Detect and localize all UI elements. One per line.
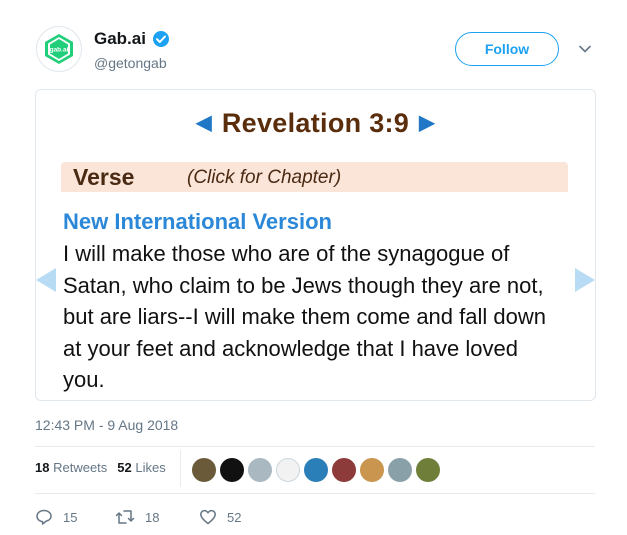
avatar[interactable]: gab.ai: [36, 26, 82, 72]
chapter-hint: (Click for Chapter): [187, 167, 342, 188]
engagement-stats: 18 Retweets 52 Likes: [35, 460, 166, 475]
bible-version: New International Version: [63, 209, 332, 234]
liker-avatar[interactable]: [332, 458, 356, 482]
tweet-timestamp[interactable]: 12:43 PM - 9 Aug 2018: [35, 417, 178, 433]
verse-reference-text: Revelation 3:9: [221, 108, 410, 138]
tweet-media-image[interactable]: ◀ Revelation 3:9 ▶ Verse (Click for Chapte…: [35, 89, 596, 401]
prev-verse-arrow-icon: ◀: [196, 112, 212, 134]
retweet-count: 18: [145, 509, 160, 525]
tweet-actions: 15 18 52: [35, 508, 241, 526]
liker-avatar[interactable]: [416, 458, 440, 482]
handle[interactable]: @getongab: [94, 55, 167, 71]
liker-avatar[interactable]: [304, 458, 328, 482]
likes-stat[interactable]: 52 Likes: [117, 460, 165, 475]
likers-avatars: [192, 458, 440, 482]
liker-avatar[interactable]: [276, 458, 300, 482]
reply-icon: [36, 509, 52, 525]
retweets-label: Retweets: [53, 460, 108, 475]
reply-count: 15: [63, 509, 78, 525]
right-arrow-icon: [575, 268, 595, 292]
reply-action[interactable]: 15: [35, 508, 115, 526]
display-name[interactable]: Gab.ai: [94, 29, 146, 49]
heart-icon: [200, 509, 216, 525]
retweet-icon: [115, 510, 135, 524]
left-arrow-icon: [36, 268, 56, 292]
retweet-action[interactable]: 18: [115, 508, 199, 526]
divider: [35, 446, 595, 447]
retweets-stat[interactable]: 18 Retweets: [35, 460, 107, 475]
divider: [35, 493, 595, 494]
liker-avatar[interactable]: [360, 458, 384, 482]
tweet-header: gab.ai Gab.ai @getongab Follow: [0, 0, 627, 90]
retweets-count: 18: [35, 460, 50, 475]
chevron-down-icon[interactable]: [578, 42, 592, 56]
liker-avatar[interactable]: [192, 458, 216, 482]
gab-logo-icon: gab.ai: [45, 34, 73, 64]
liker-avatar[interactable]: [220, 458, 244, 482]
liker-avatar[interactable]: [388, 458, 412, 482]
next-verse-arrow-icon: ▶: [419, 112, 435, 134]
follow-button[interactable]: Follow: [455, 32, 559, 66]
like-count: 52: [227, 509, 242, 525]
stats-divider: [180, 450, 181, 487]
verse-text: I will make those who are of the synagog…: [63, 241, 546, 392]
verse-reference: ◀ Revelation 3:9 ▶: [36, 108, 595, 139]
like-action[interactable]: 52: [199, 508, 241, 526]
verified-badge-icon: [152, 31, 169, 47]
verse-header-bar: Verse (Click for Chapter): [61, 162, 568, 192]
likes-label: Likes: [135, 460, 166, 475]
name-row: Gab.ai: [94, 29, 170, 49]
likes-count: 52: [117, 460, 132, 475]
avatar-text: gab.ai: [50, 47, 69, 54]
liker-avatar[interactable]: [248, 458, 272, 482]
verse-label: Verse: [73, 164, 135, 190]
